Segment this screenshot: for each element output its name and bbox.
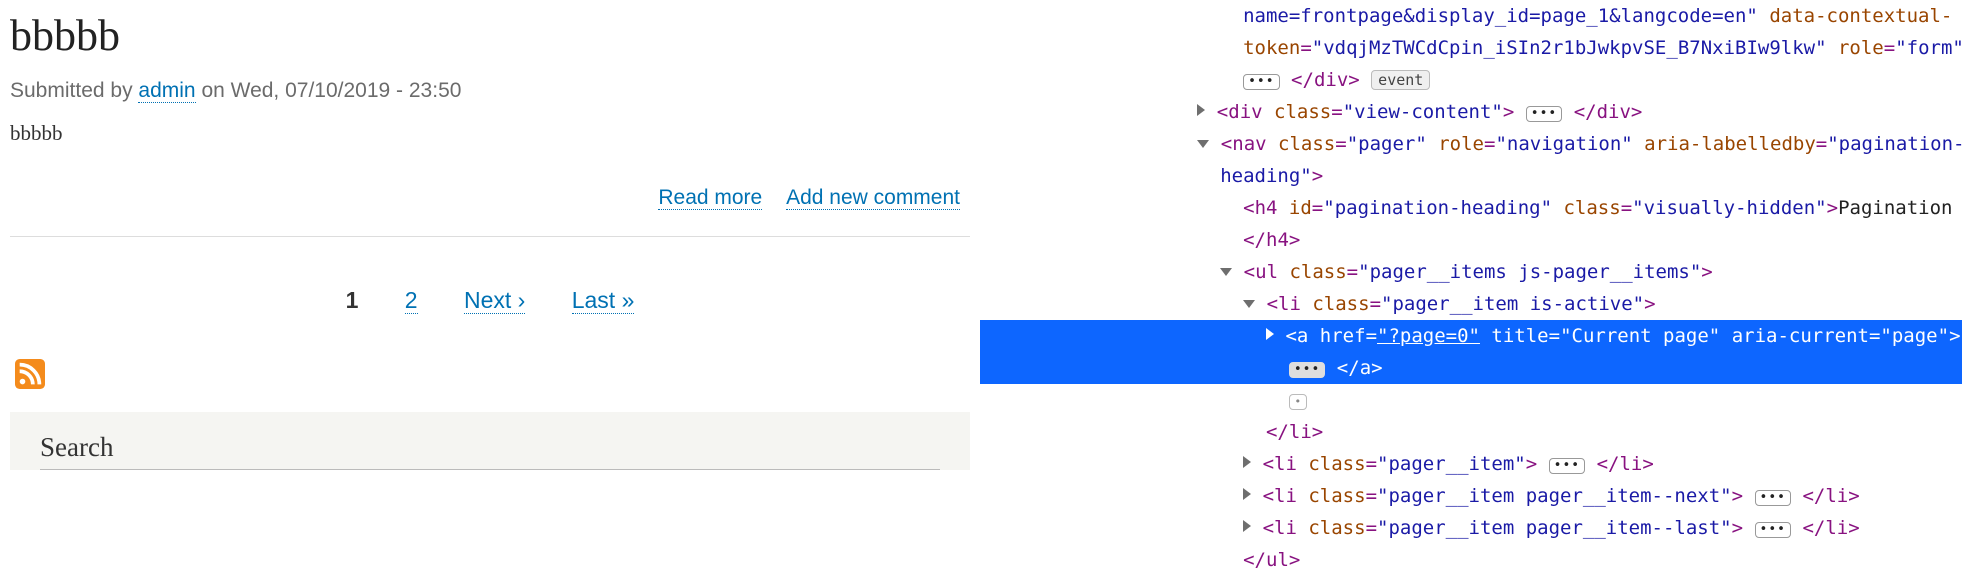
devtools-panel[interactable]: name=frontpage&display_id=page_1&langcod… [980, 0, 1962, 584]
dom-line-selected[interactable]: ••• </a> [980, 352, 1962, 384]
ellipsis-icon[interactable]: ••• [1549, 458, 1585, 474]
rss-icon[interactable] [15, 359, 45, 389]
dom-line[interactable]: <li class="pager__item is-active"> [980, 288, 1962, 320]
collapse-icon[interactable] [1243, 300, 1255, 308]
dom-line[interactable]: ••• </div> event [980, 64, 1962, 96]
article-meta: Submitted by admin on Wed, 07/10/2019 - … [10, 79, 970, 103]
search-label: Search [40, 432, 940, 470]
ellipsis-icon[interactable]: ••• [1755, 522, 1791, 538]
expand-icon[interactable] [1243, 520, 1251, 532]
article-body: bbbbb [10, 121, 970, 146]
collapse-icon[interactable] [1220, 268, 1232, 276]
dom-line[interactable]: <nav class="pager" role="navigation" ari… [980, 128, 1962, 160]
meta-suffix: on Wed, 07/10/2019 - 23:50 [196, 79, 462, 102]
dom-line[interactable]: name=frontpage&display_id=page_1&langcod… [980, 0, 1962, 32]
article-title: bbbbb [10, 10, 970, 61]
pager-page-2[interactable]: 2 [405, 287, 418, 314]
dom-line[interactable]: <ul class="pager__items js-pager__items"… [980, 256, 1962, 288]
event-badge[interactable]: event [1371, 70, 1430, 90]
content-panel: bbbbb Submitted by admin on Wed, 07/10/2… [0, 0, 980, 584]
pager-last[interactable]: Last » [572, 287, 635, 314]
author-link[interactable]: admin [138, 79, 195, 103]
ellipsis-icon[interactable]: ••• [1243, 74, 1279, 90]
pager-current: 1 [346, 287, 359, 313]
add-comment-link[interactable]: Add new comment [786, 186, 960, 210]
dom-line[interactable]: </h4> [980, 224, 1962, 256]
expand-icon[interactable] [1243, 488, 1251, 500]
dot-icon[interactable]: • [1289, 394, 1307, 410]
expand-icon[interactable] [1266, 328, 1274, 340]
collapse-icon[interactable] [1197, 140, 1209, 148]
dom-line[interactable]: </li> [980, 416, 1962, 448]
dom-line-selected[interactable]: <a href="?page=0" title="Current page" a… [980, 320, 1962, 352]
ellipsis-icon[interactable]: ••• [1289, 362, 1325, 378]
divider [10, 236, 970, 237]
expand-icon[interactable] [1243, 456, 1251, 468]
dom-line[interactable]: token="vdqjMzTWCdCpin_iSIn2r1bJwkpvSE_B7… [980, 32, 1962, 64]
search-block: Search [10, 412, 970, 470]
dom-line[interactable]: </nav> [980, 576, 1962, 584]
meta-prefix: Submitted by [10, 79, 138, 102]
article-links: Read more Add new comment [10, 186, 970, 226]
expand-icon[interactable] [1197, 104, 1205, 116]
dom-line[interactable]: <li class="pager__item pager__item--next… [980, 480, 1962, 512]
read-more-link[interactable]: Read more [658, 186, 762, 210]
dom-line[interactable]: <h4 id="pagination-heading" class="visua… [980, 192, 1962, 224]
dom-line[interactable]: </ul> [980, 544, 1962, 576]
dom-line[interactable]: <div class="view-content"> ••• </div> [980, 96, 1962, 128]
pager: 1 2 Next › Last » [10, 287, 970, 314]
ellipsis-icon[interactable]: ••• [1755, 490, 1791, 506]
dom-line[interactable]: <li class="pager__item"> ••• </li> [980, 448, 1962, 480]
ellipsis-icon[interactable]: ••• [1526, 106, 1562, 122]
dom-line[interactable]: heading"> [980, 160, 1962, 192]
dom-line[interactable]: <li class="pager__item pager__item--last… [980, 512, 1962, 544]
pager-next[interactable]: Next › [464, 287, 525, 314]
dom-line[interactable]: • [980, 384, 1962, 416]
